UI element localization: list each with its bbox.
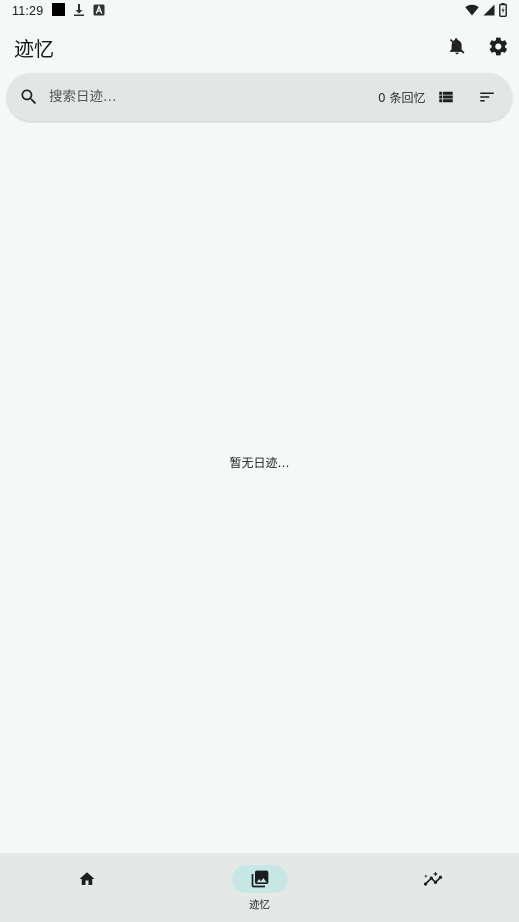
- search-bar[interactable]: 0 条回忆: [7, 73, 512, 121]
- settings-button[interactable]: [486, 34, 510, 58]
- search-button[interactable]: [17, 85, 41, 109]
- search-input[interactable]: [49, 85, 349, 109]
- photo-library-icon: [250, 869, 270, 889]
- notifications-off-icon: [447, 36, 467, 56]
- sort-button[interactable]: [475, 85, 499, 109]
- status-notification-icons: [52, 3, 105, 16]
- nav-item-insights[interactable]: [346, 853, 519, 922]
- download-icon: [73, 3, 85, 16]
- home-icon: [78, 870, 96, 888]
- view-mode-button[interactable]: [434, 85, 458, 109]
- nav-item-home[interactable]: [0, 853, 173, 922]
- memory-count: 0 条回忆: [378, 91, 426, 105]
- black-square-icon: [52, 3, 65, 16]
- status-bar: 11:29: [0, 0, 519, 22]
- bottom-navigation: 迹忆: [0, 853, 519, 922]
- status-time: 11:29: [12, 4, 44, 18]
- keyboard-a-icon: [93, 4, 105, 16]
- nav-indicator: [405, 865, 461, 893]
- nav-item-memories[interactable]: 迹忆: [173, 853, 346, 922]
- view-list-icon: [437, 88, 455, 106]
- app-bar: 迹忆: [0, 22, 519, 70]
- status-system-icons: [465, 3, 507, 17]
- signal-icon: [483, 4, 495, 16]
- nav-label-memories: 迹忆: [249, 899, 270, 911]
- page-title: 迹忆: [14, 37, 54, 61]
- battery-icon: [499, 3, 507, 17]
- wifi-icon: [465, 4, 479, 16]
- notifications-off-button[interactable]: [445, 34, 469, 58]
- nav-indicator: [59, 865, 115, 893]
- empty-state-message: 暂无日迹…: [229, 456, 290, 470]
- sort-icon: [478, 88, 496, 106]
- nav-indicator-active: [231, 865, 288, 893]
- search-icon: [19, 87, 39, 107]
- insights-icon: [423, 869, 443, 889]
- settings-icon: [488, 36, 509, 57]
